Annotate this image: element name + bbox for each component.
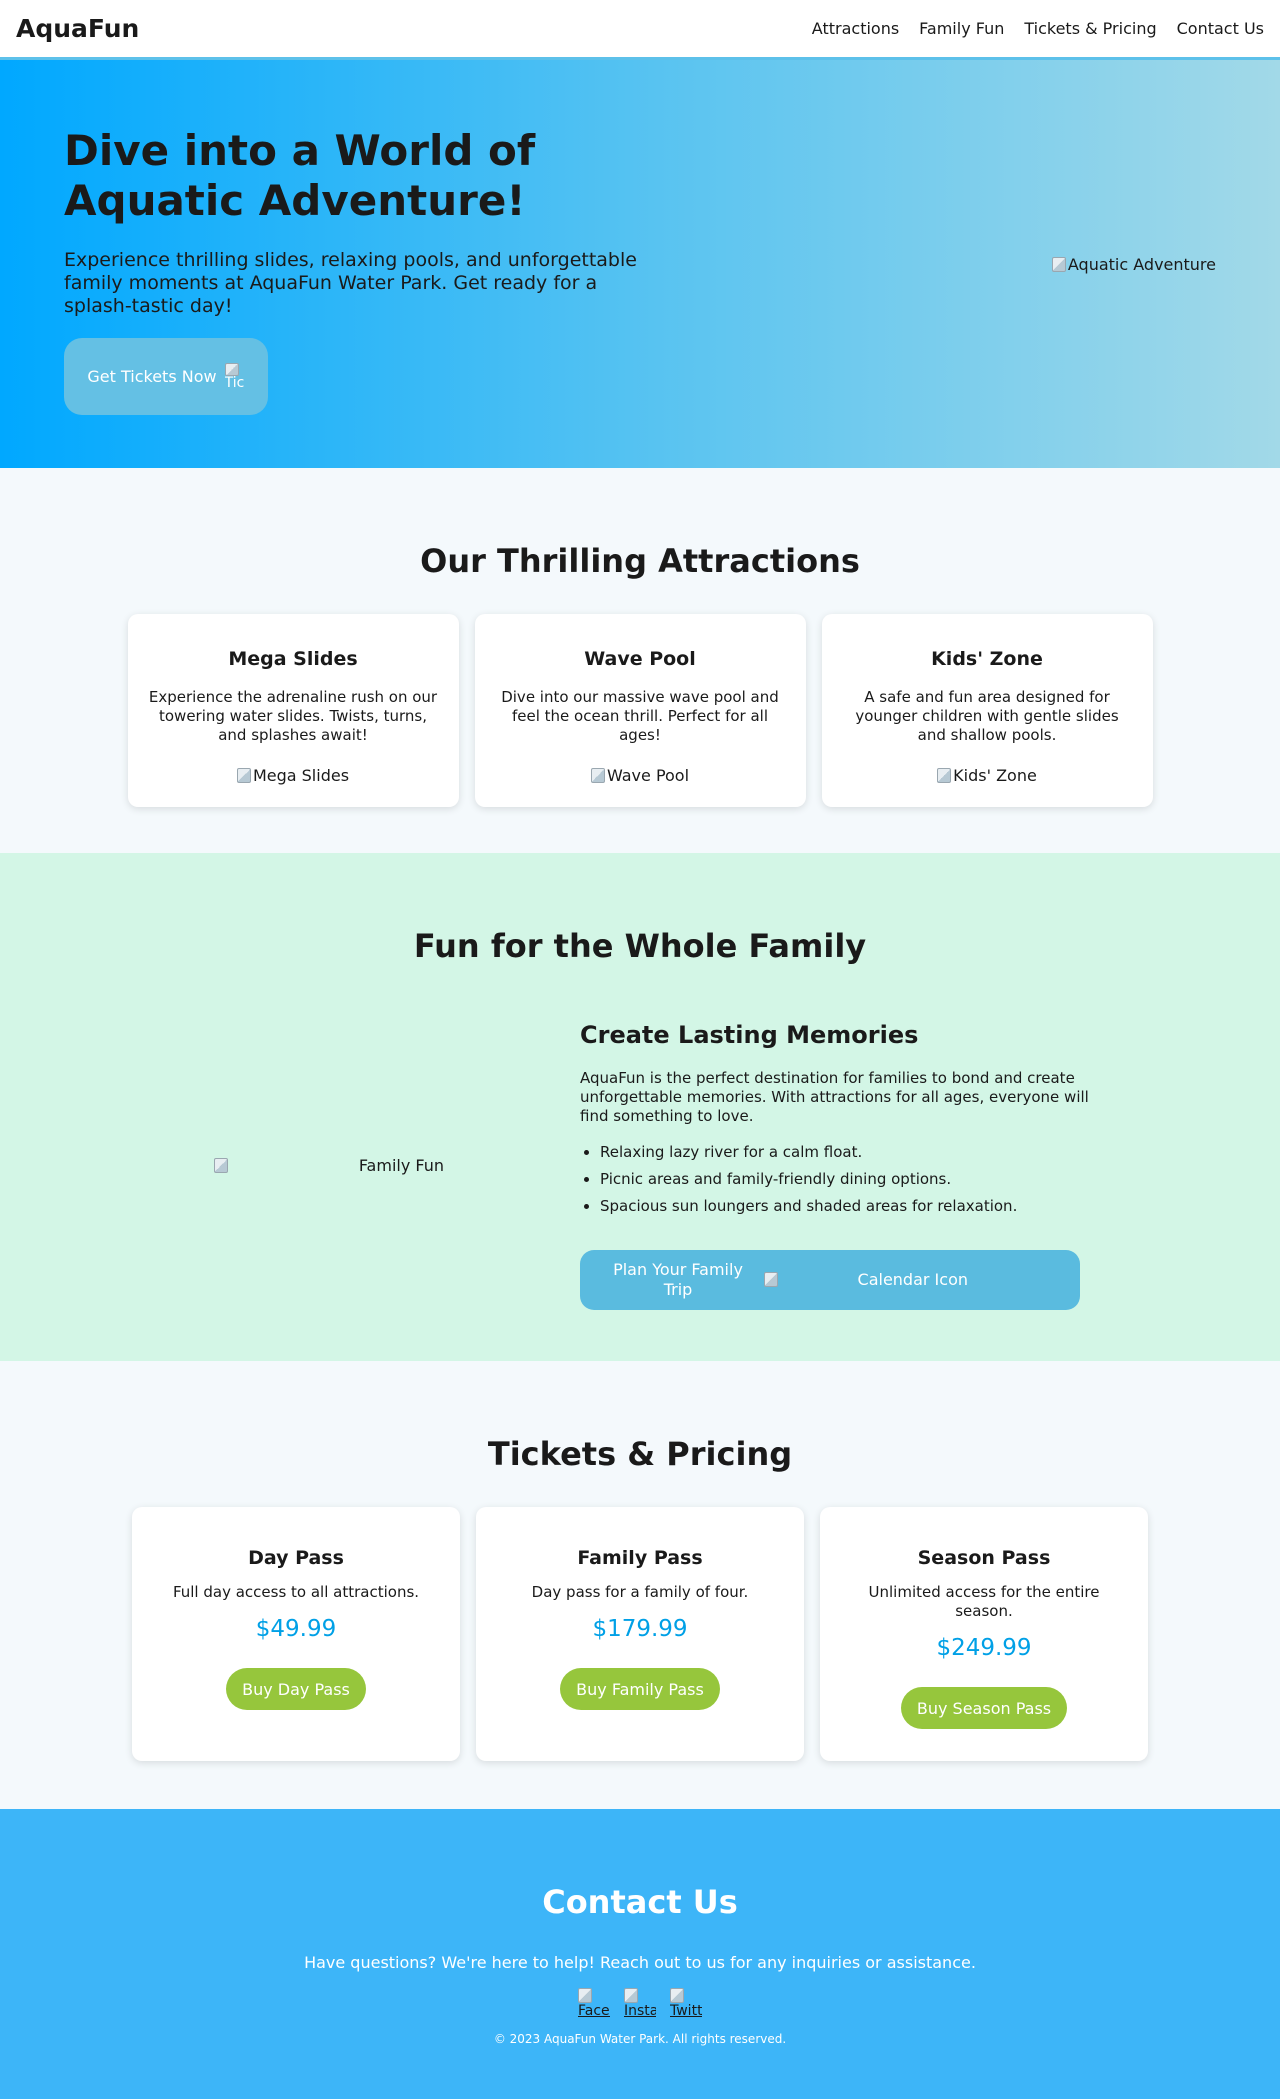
hero-title: Dive into a World of Aquatic Adventure! xyxy=(64,126,536,226)
price-card-title: Season Pass xyxy=(917,1547,1051,1569)
attractions-section: Our Thrilling Attractions Mega Slides Ex… xyxy=(0,468,1280,853)
ticket-icon-alt: Ticket Icon xyxy=(224,374,245,391)
price-card-title: Family Pass xyxy=(577,1547,703,1569)
price-card-description: Day pass for a family of four. xyxy=(531,1583,749,1601)
price-card-title: Day Pass xyxy=(248,1547,344,1569)
nav-link-contact-us[interactable]: Contact Us xyxy=(1177,19,1264,38)
attraction-card-title: Kids' Zone xyxy=(931,648,1043,670)
price-card-price: $49.99 xyxy=(255,1616,337,1643)
attraction-card-mega-slides: Mega Slides Experience the adrenaline ru… xyxy=(127,614,459,807)
hero-section: Dive into a World of Aquatic Adventure! … xyxy=(0,60,1280,468)
attraction-card-description: A safe and fun area designed for younger… xyxy=(855,688,1119,745)
hero-image: Aquatic Adventure xyxy=(1051,255,1216,274)
social-links: Facebook Instagram Twitter xyxy=(0,1988,1280,2020)
broken-image-icon xyxy=(764,1272,778,1288)
plan-trip-label: Plan Your Family Trip xyxy=(613,1260,743,1299)
nav-link-family-fun[interactable]: Family Fun xyxy=(919,19,1004,38)
family-image: Family Fun xyxy=(214,1156,444,1175)
family-description: AquaFun is the perfect destination for f… xyxy=(580,1069,1089,1126)
family-image-wrap: Family Fun xyxy=(0,1021,580,1310)
calendar-icon: Calendar Icon xyxy=(764,1270,1052,1289)
broken-image-icon xyxy=(590,767,605,783)
attraction-card-wave-pool: Wave Pool Dive into our massive wave poo… xyxy=(474,614,806,807)
family-title: Fun for the Whole Family xyxy=(413,927,867,965)
hero-image-alt: Aquatic Adventure xyxy=(1067,255,1216,274)
buy-family-pass-button[interactable]: Buy Family Pass xyxy=(560,1668,720,1711)
hero-text: Dive into a World of Aquatic Adventure! … xyxy=(64,60,664,416)
broken-image-icon xyxy=(624,1988,638,2003)
price-card-price: $179.99 xyxy=(592,1616,688,1643)
nav-link-tickets-pricing[interactable]: Tickets & Pricing xyxy=(1024,19,1156,38)
attraction-card-title: Wave Pool xyxy=(584,648,696,670)
twitter-icon[interactable]: Twitter xyxy=(670,1988,702,2020)
main-nav: Attractions Family Fun Tickets & Pricing… xyxy=(812,19,1264,38)
site-header: AquaFun Attractions Family Fun Tickets &… xyxy=(0,0,1280,60)
broken-image-icon xyxy=(937,767,952,783)
plan-family-trip-button[interactable]: Plan Your Family Trip Calendar Icon xyxy=(580,1249,1080,1310)
pricing-section: Tickets & Pricing Day Pass Full day acce… xyxy=(0,1361,1280,1809)
list-item: Spacious sun loungers and shaded areas f… xyxy=(600,1193,1090,1220)
buy-day-pass-button[interactable]: Buy Day Pass xyxy=(226,1668,366,1711)
broken-image-icon xyxy=(214,1157,228,1173)
list-item: Relaxing lazy river for a calm float. xyxy=(600,1139,1090,1166)
broken-image-icon xyxy=(670,1988,684,2003)
attraction-card-description: Experience the adrenaline rush on our to… xyxy=(148,688,438,745)
twitter-icon-alt: Twitter xyxy=(670,2003,702,2019)
price-card-description: Unlimited access for the entire season. xyxy=(868,1583,1100,1621)
get-tickets-button[interactable]: Get Tickets Now Ticket Icon xyxy=(64,338,268,416)
family-feature-list: Relaxing lazy river for a calm float. Pi… xyxy=(580,1139,1090,1220)
attractions-title: Our Thrilling Attractions xyxy=(420,542,860,580)
broken-image-icon xyxy=(236,767,251,783)
nav-link-attractions[interactable]: Attractions xyxy=(812,19,899,38)
facebook-icon[interactable]: Facebook xyxy=(578,1988,610,2020)
ticket-icon: Ticket Icon xyxy=(224,362,245,391)
pricing-title: Tickets & Pricing xyxy=(487,1435,793,1473)
broken-image-icon xyxy=(578,1988,592,2003)
price-card-family-pass: Family Pass Day pass for a family of fou… xyxy=(476,1507,804,1761)
instagram-icon-alt: Instagram xyxy=(624,2003,656,2019)
attraction-image-alt: Kids' Zone xyxy=(953,765,1037,785)
attraction-card-image: Kids' Zone xyxy=(937,766,1037,785)
list-item: Picnic areas and family-friendly dining … xyxy=(600,1166,1090,1193)
contact-description: Have questions? We're here to help! Reac… xyxy=(304,1953,976,1972)
instagram-icon[interactable]: Instagram xyxy=(624,1988,656,2020)
price-card-description: Full day access to all attractions. xyxy=(172,1583,420,1601)
family-image-alt: Family Fun xyxy=(358,1155,444,1175)
price-card-price: $249.99 xyxy=(936,1635,1032,1662)
family-section: Fun for the Whole Family Family Fun Crea… xyxy=(0,853,1280,1361)
attraction-cards: Mega Slides Experience the adrenaline ru… xyxy=(0,614,1280,807)
price-card-season-pass: Season Pass Unlimited access for the ent… xyxy=(820,1507,1148,1761)
site-logo[interactable]: AquaFun xyxy=(16,14,139,43)
contact-title: Contact Us xyxy=(542,1883,738,1921)
attraction-card-title: Mega Slides xyxy=(228,648,358,670)
calendar-icon-alt: Calendar Icon xyxy=(857,1270,968,1290)
broken-image-icon xyxy=(1051,257,1066,272)
attraction-image-alt: Wave Pool xyxy=(606,765,690,785)
family-heading: Create Lasting Memories xyxy=(580,1021,919,1049)
get-tickets-label: Get Tickets Now xyxy=(87,367,217,387)
attraction-card-image: Wave Pool xyxy=(590,765,690,785)
contact-section: Contact Us Have questions? We're here to… xyxy=(0,1809,1280,2099)
attraction-image-alt: Mega Slides xyxy=(252,765,350,785)
attraction-card-kids-zone: Kids' Zone A safe and fun area designed … xyxy=(821,614,1153,807)
attraction-card-description: Dive into our massive wave pool and feel… xyxy=(501,688,779,745)
copyright-text: © 2023 AquaFun Water Park. All rights re… xyxy=(493,2032,787,2046)
price-cards: Day Pass Full day access to all attracti… xyxy=(0,1507,1280,1761)
attraction-card-image: Mega Slides xyxy=(236,765,350,785)
facebook-icon-alt: Facebook xyxy=(578,2003,610,2019)
family-text: Create Lasting Memories AquaFun is the p… xyxy=(580,1021,1090,1310)
buy-season-pass-button[interactable]: Buy Season Pass xyxy=(900,1687,1068,1730)
family-content: Family Fun Create Lasting Memories AquaF… xyxy=(0,1021,1280,1310)
hero-description: Experience thrilling slides, relaxing po… xyxy=(64,248,637,318)
price-card-day-pass: Day Pass Full day access to all attracti… xyxy=(132,1507,460,1761)
